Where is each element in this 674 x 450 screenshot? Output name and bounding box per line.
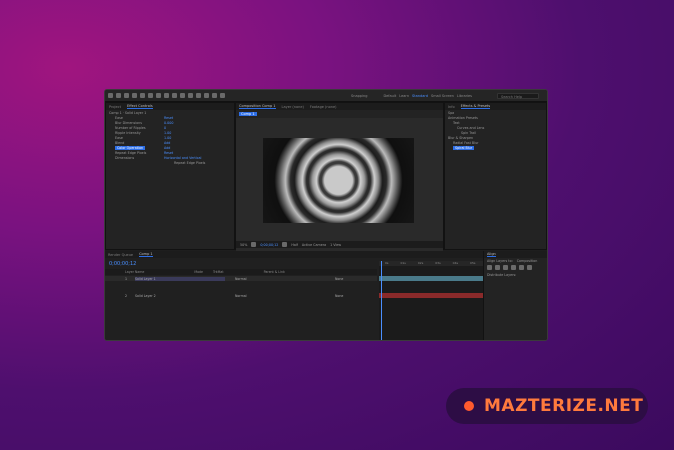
layer-row[interactable]: 2 Solid Layer 2 Normal None — [105, 293, 377, 298]
tab-align[interactable]: Align — [487, 252, 496, 257]
home-icon[interactable] — [108, 93, 113, 98]
hand-tool-icon[interactable] — [124, 93, 129, 98]
align-top-icon[interactable] — [511, 265, 516, 270]
eraser-tool-icon[interactable] — [204, 93, 209, 98]
col-parent: Parent & Link — [263, 270, 285, 274]
timeline-panel: Render Queue Comp 1 0;00;00;12 Layer Nam… — [105, 251, 483, 340]
tab-effect-controls[interactable]: Effect Controls — [126, 104, 153, 109]
layer-bar[interactable] — [379, 276, 483, 281]
workspace-standard[interactable]: Standard — [412, 94, 428, 98]
camera-dropdown[interactable]: Active Camera — [302, 243, 326, 247]
tab-composition[interactable]: Composition Comp 1 — [239, 104, 276, 109]
ruler-tick: 01s — [400, 261, 406, 265]
camera-tool-icon[interactable] — [148, 93, 153, 98]
text-tool-icon[interactable] — [180, 93, 185, 98]
timeline-columns: Layer Name Mode TrkMat Parent & Link — [105, 269, 377, 275]
view-layout-dropdown[interactable]: 1 View — [330, 243, 341, 247]
composition-viewer[interactable] — [236, 118, 443, 261]
tab-info[interactable]: Info — [448, 105, 455, 109]
ripple-preview-image — [263, 138, 414, 223]
top-toolbar: Snapping Default Learn Standard Small Sc… — [105, 90, 547, 102]
brush-tool-icon[interactable] — [188, 93, 193, 98]
brand-name: MAZTERIZE.NET — [484, 396, 644, 416]
current-time[interactable]: 0;00;00;12 — [260, 243, 278, 247]
effect-controls-panel: Project Effect Controls Comp 1 · Solid L… — [105, 102, 235, 250]
align-right-icon[interactable] — [503, 265, 508, 270]
align-center-icon[interactable] — [495, 265, 500, 270]
zoom-dropdown[interactable]: 50% — [240, 243, 247, 247]
shape-tool-icon[interactable] — [164, 93, 169, 98]
zoom-tool-icon[interactable] — [132, 93, 137, 98]
tab-layer[interactable]: Layer (none) — [282, 105, 304, 109]
snapping-toggle[interactable]: Snapping — [351, 94, 367, 98]
brand-badge: MAZTERIZE.NET — [446, 388, 648, 424]
tab-render-queue[interactable]: Render Queue — [108, 253, 133, 257]
after-effects-window: Snapping Default Learn Standard Small Sc… — [104, 89, 548, 341]
distribute-label: Distribute Layers: — [487, 272, 517, 277]
ruler-tick: 03s — [435, 261, 441, 265]
puppet-tool-icon[interactable] — [220, 93, 225, 98]
workspace-learn[interactable]: Learn — [399, 94, 409, 98]
pan-tool-icon[interactable] — [156, 93, 161, 98]
stamp-tool-icon[interactable] — [196, 93, 201, 98]
brand-dot-icon — [464, 401, 474, 411]
selection-tool-icon[interactable] — [116, 93, 121, 98]
viewer-controls: 50% 0;00;00;12 Half Active Camera 1 View — [236, 241, 443, 248]
tab-project[interactable]: Project — [109, 105, 121, 109]
resolution-dropdown[interactable]: Half — [291, 243, 298, 247]
align-left-icon[interactable] — [487, 265, 492, 270]
grid-icon[interactable] — [251, 242, 257, 247]
align-panel: Align Align Layers to: Composition Distr… — [483, 251, 547, 340]
comp-breadcrumb[interactable]: Comp 1 — [239, 111, 257, 116]
col-layer-name: Layer Name — [125, 270, 145, 274]
ruler-tick: 02s — [417, 261, 424, 265]
align-middle-icon[interactable] — [519, 265, 524, 270]
search-help-input[interactable]: Search Help — [497, 93, 539, 99]
align-to-dropdown[interactable]: Composition — [517, 259, 538, 263]
layer-bar[interactable] — [379, 293, 483, 298]
align-to-label: Align Layers to: — [487, 258, 513, 263]
pen-tool-icon[interactable] — [172, 93, 177, 98]
layer-row[interactable]: 1 Solid Layer 1 Normal None — [105, 276, 377, 281]
camera-snapshot-icon[interactable] — [282, 242, 288, 247]
align-bottom-icon[interactable] — [527, 265, 532, 270]
rotate-tool-icon[interactable] — [140, 93, 145, 98]
timeline-current-time[interactable]: 0;00;00;12 — [109, 261, 136, 267]
col-trkmat: TrkMat — [213, 270, 224, 274]
tab-footage[interactable]: Footage (none) — [310, 105, 337, 109]
playhead[interactable] — [381, 261, 382, 340]
col-mode: Mode — [194, 270, 203, 274]
ruler-tick: 0s — [385, 261, 389, 265]
workspace-default[interactable]: Default — [383, 94, 396, 98]
tab-comp[interactable]: Comp 1 — [139, 252, 153, 257]
tab-effects-presets[interactable]: Effects & Presets — [460, 104, 491, 109]
workspace-small-screen[interactable]: Small Screen — [431, 94, 454, 98]
workspace-libraries[interactable]: Libraries — [457, 94, 472, 98]
ruler-tick: 05s — [470, 261, 476, 265]
ruler-tick: 04s — [452, 261, 459, 265]
timeline-graph[interactable]: 0s 01s 02s 03s 04s 05s — [379, 261, 483, 340]
repeat-edge-checkbox[interactable]: Repeat Edge Pixels — [106, 160, 234, 165]
roto-tool-icon[interactable] — [212, 93, 217, 98]
effects-presets-panel: Info Effects & Presets Spa Animation Pre… — [444, 102, 547, 250]
effect-item-selected[interactable]: Spiral Blur — [453, 145, 475, 150]
